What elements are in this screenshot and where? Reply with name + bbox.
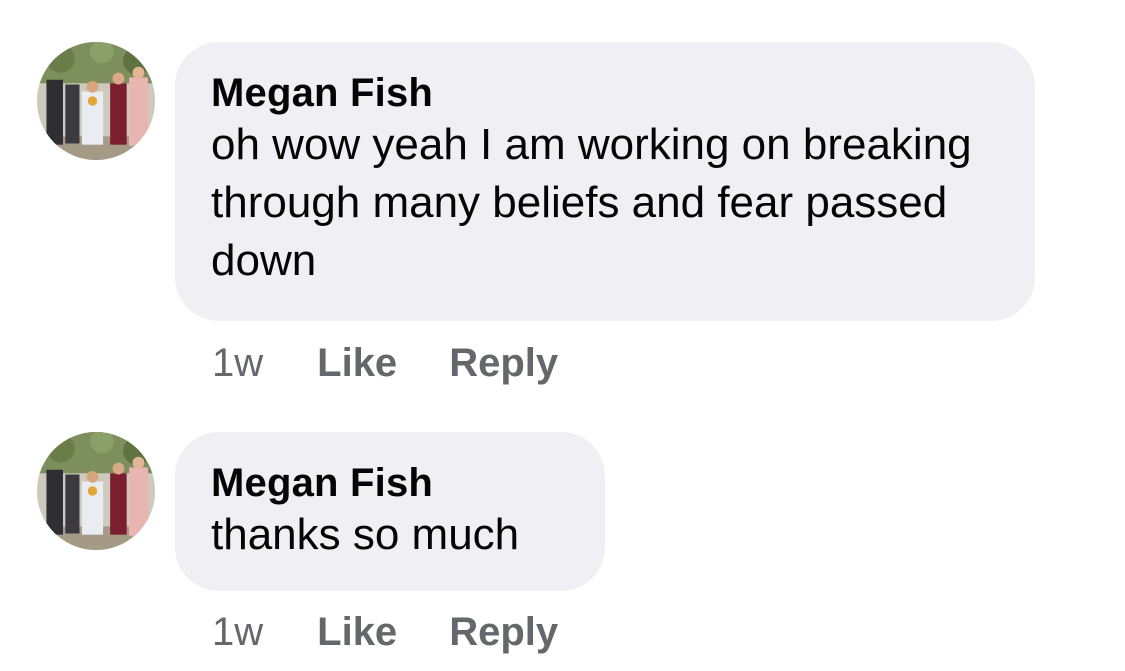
comment-text: thanks so much xyxy=(211,510,520,559)
avatar[interactable] xyxy=(37,42,155,160)
comment-timestamp[interactable]: 1w xyxy=(212,340,263,386)
avatar-photo xyxy=(37,42,155,160)
comment-bubble: Megan Fish oh wow yeah I am working on b… xyxy=(175,42,1035,321)
avatar-photo xyxy=(37,432,155,550)
like-button[interactable]: Like xyxy=(317,609,397,655)
comment-actions: 1w Like Reply xyxy=(212,340,610,386)
like-button[interactable]: Like xyxy=(317,340,397,386)
reply-button[interactable]: Reply xyxy=(449,609,558,655)
comment-timestamp[interactable]: 1w xyxy=(212,609,263,655)
avatar[interactable] xyxy=(37,432,155,550)
comment-actions: 1w Like Reply xyxy=(212,609,610,655)
comment-author[interactable]: Megan Fish xyxy=(211,70,999,116)
comment-author[interactable]: Megan Fish xyxy=(211,460,569,506)
comment-text: oh wow yeah I am working on breaking thr… xyxy=(211,120,984,285)
comment-bubble: Megan Fish thanks so much xyxy=(175,432,605,591)
reply-button[interactable]: Reply xyxy=(449,340,558,386)
